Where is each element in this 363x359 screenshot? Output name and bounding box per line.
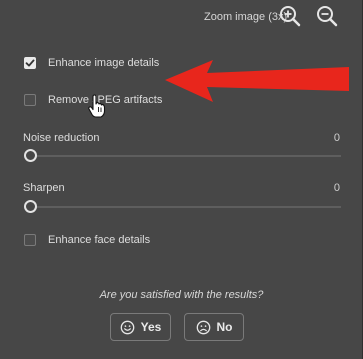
zoom-in-button[interactable]	[279, 5, 301, 27]
noise-reduction-label: Noise reduction	[23, 132, 100, 144]
zoom-out-button[interactable]	[316, 5, 338, 27]
noise-reduction-value: 0	[333, 132, 340, 144]
zoom-label: Zoom image (3x)	[204, 11, 288, 23]
enhance-image-details-label: Enhance image details	[48, 57, 160, 69]
sharpen-slider-thumb[interactable]	[24, 200, 37, 213]
noise-reduction-slider[interactable]	[30, 155, 341, 157]
red-arrow-annotation	[165, 60, 349, 102]
hand-cursor-icon	[88, 94, 106, 118]
enhance-image-details-checkbox[interactable]	[24, 57, 36, 69]
enhance-image-details-option[interactable]: Enhance image details	[24, 55, 159, 71]
satisfaction-question: Are you satisfied with the results?	[99, 289, 264, 301]
checkmark-icon	[25, 59, 35, 67]
no-label: No	[216, 320, 233, 334]
sharpen-value: 0	[333, 182, 340, 194]
enhance-panel: Zoom image (3x) Enhance image details Re…	[0, 0, 363, 359]
yes-label: Yes	[140, 320, 162, 334]
yes-button[interactable]: Yes	[110, 313, 171, 341]
enhance-face-details-option[interactable]: Enhance face details	[24, 232, 150, 248]
remove-jpeg-artifacts-checkbox[interactable]	[24, 94, 36, 106]
enhance-face-details-label: Enhance face details	[48, 234, 151, 246]
sharpen-label: Sharpen	[23, 182, 65, 194]
no-button[interactable]: No	[184, 313, 244, 341]
zoom-in-icon	[280, 6, 301, 27]
sharpen-slider[interactable]	[30, 206, 341, 208]
noise-reduction-slider-thumb[interactable]	[24, 149, 37, 162]
zoom-out-icon	[317, 6, 338, 27]
enhance-face-details-checkbox[interactable]	[24, 234, 36, 246]
smile-icon	[120, 320, 134, 334]
frown-icon	[196, 320, 210, 334]
